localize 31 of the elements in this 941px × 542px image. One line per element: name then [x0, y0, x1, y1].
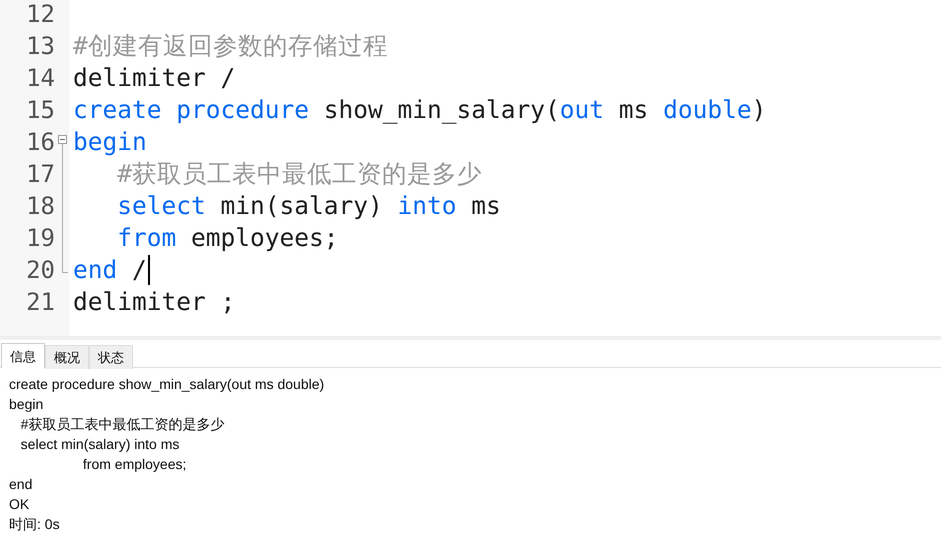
code-line: begin — [73, 128, 147, 156]
line-number: 13 — [26, 32, 55, 60]
output-line: OK — [9, 495, 30, 514]
output-line: #获取员工表中最低工资的是多少 — [20, 415, 224, 434]
code-line: #创建有返回参数的存储过程 — [73, 32, 388, 60]
tab[interactable]: 状态 — [89, 345, 133, 369]
code-line: from employees; — [116, 224, 339, 252]
code-line: delimiter ; — [73, 288, 236, 316]
code-line: end / — [73, 256, 147, 284]
line-number: 20 — [26, 256, 55, 284]
output-line: from employees; — [82, 455, 186, 474]
collapse-icon[interactable] — [58, 135, 67, 144]
output-line: create procedure show_min_salary(out ms double) — [9, 375, 324, 394]
line-number: 17 — [26, 160, 55, 188]
line-number: 15 — [26, 96, 55, 124]
output-line: select min(salary) into ms — [20, 435, 180, 454]
output-line: 时间: 0s — [9, 515, 60, 534]
code-line: delimiter / — [73, 64, 236, 92]
line-number: 14 — [26, 64, 55, 92]
line-number: 21 — [26, 288, 55, 316]
line-number: 19 — [26, 224, 55, 252]
output-line: begin — [9, 395, 44, 414]
tab[interactable]: 概况 — [45, 345, 89, 369]
line-number: 18 — [26, 192, 55, 220]
output-line: end — [9, 475, 32, 494]
line-number: 12 — [26, 0, 55, 28]
code-line: #获取员工表中最低工资的是多少 — [116, 160, 482, 188]
code-line: create procedure show_min_salary(out ms double) — [73, 96, 766, 124]
line-number: 16 — [26, 128, 55, 156]
tab[interactable]: 信息 — [1, 343, 45, 368]
code-line: select min(salary) into ms — [116, 192, 501, 220]
